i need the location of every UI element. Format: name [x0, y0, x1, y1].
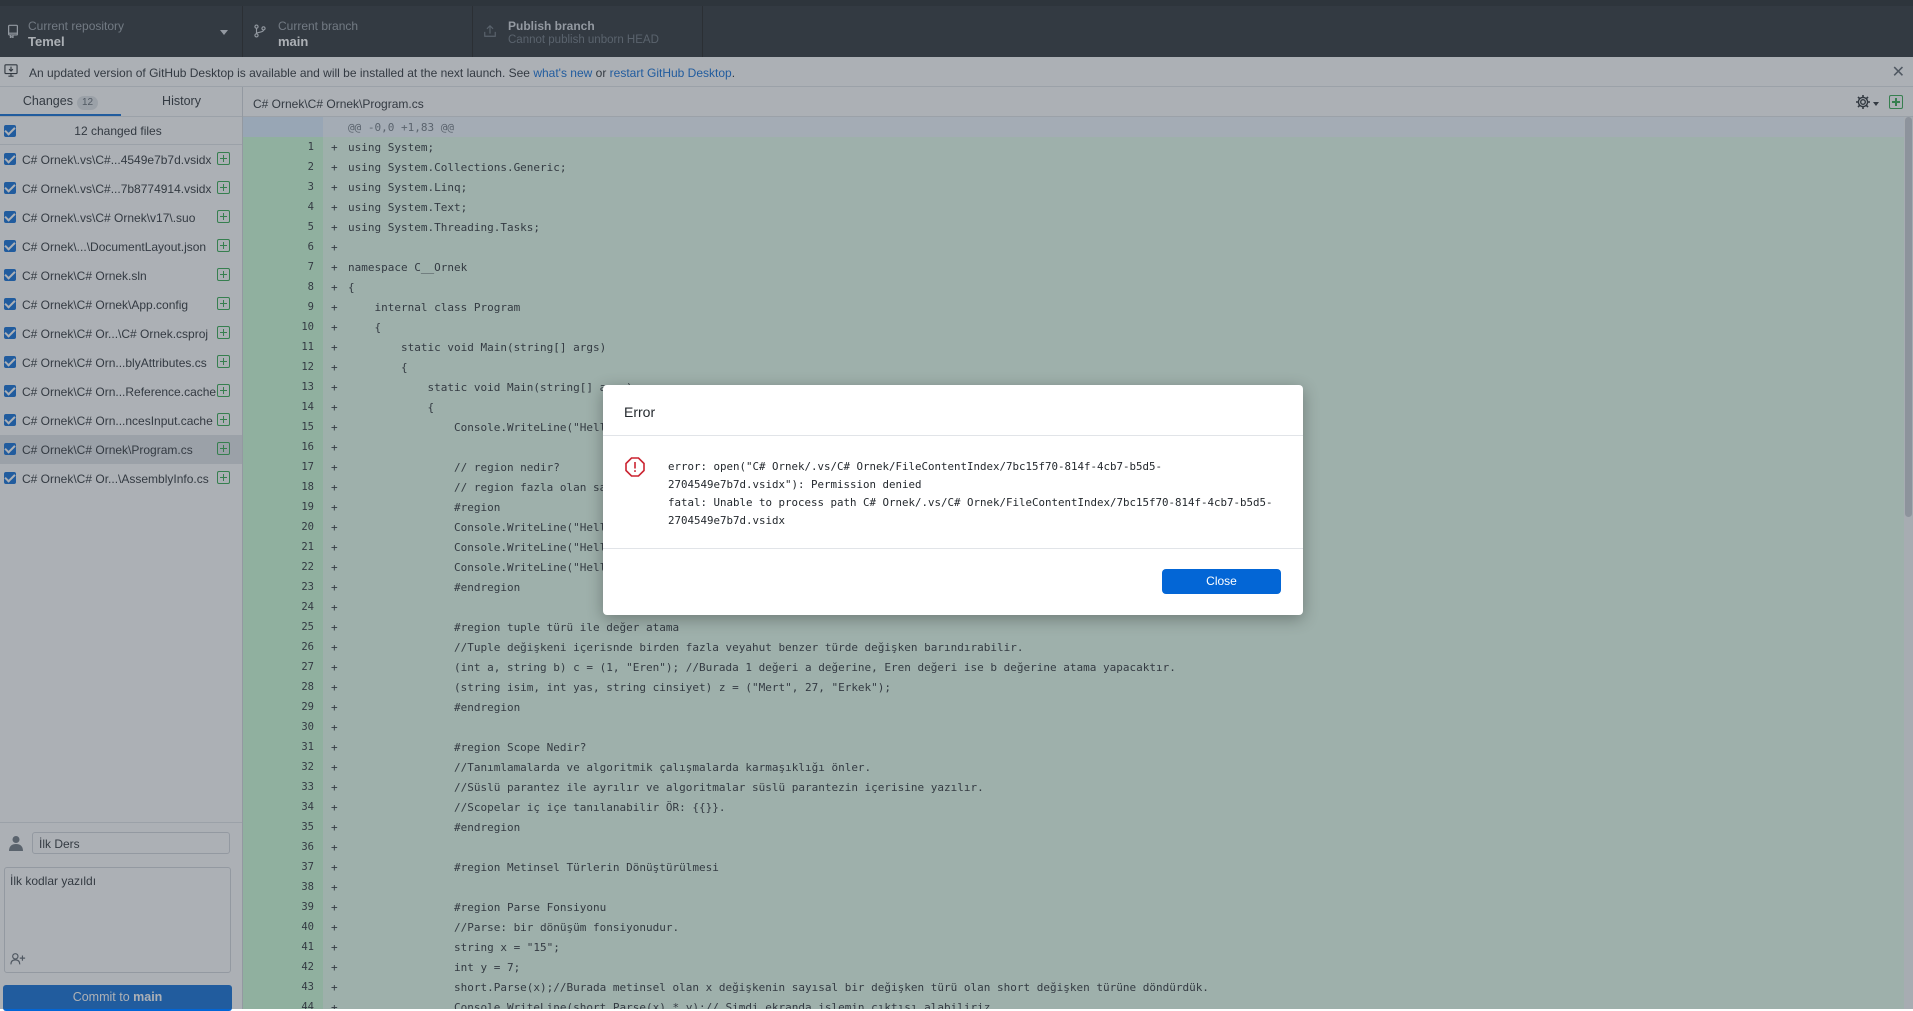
close-button[interactable]: Close: [1162, 569, 1281, 594]
alert-icon: [625, 457, 645, 477]
error-dialog: Error error: open("C# Ornek/.vs/C# Ornek…: [603, 385, 1303, 615]
dialog-footer-divider: [603, 548, 1303, 549]
dialog-divider: [603, 435, 1303, 436]
modal-overlay: Error error: open("C# Ornek/.vs/C# Ornek…: [0, 0, 1913, 1009]
dialog-title: Error: [624, 404, 656, 420]
error-message: error: open("C# Ornek/.vs/C# Ornek/FileC…: [668, 460, 1273, 527]
